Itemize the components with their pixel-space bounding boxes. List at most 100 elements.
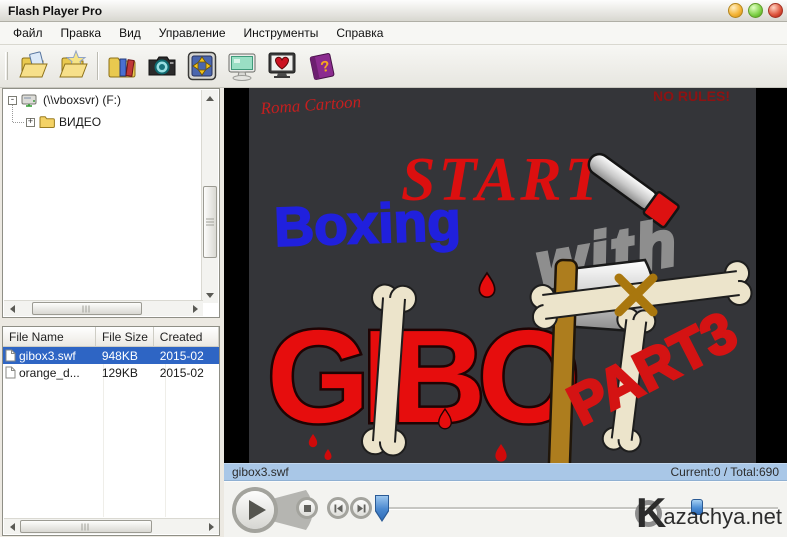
toolbar-grip[interactable]	[5, 52, 8, 80]
capture-button[interactable]	[142, 47, 182, 85]
wallpaper-button[interactable]	[262, 47, 302, 85]
menu-item-view[interactable]: Вид	[110, 23, 150, 43]
arrow-right-icon	[209, 523, 214, 531]
scroll-right-button[interactable]	[203, 519, 219, 535]
tree-item-label: ВИДЕО	[59, 115, 101, 129]
no-rules-text: NO RULES!	[653, 88, 730, 104]
library-folder-icon	[106, 50, 138, 82]
flash-stage: Roma Cartoon NO RULES! START Boxing with…	[224, 88, 787, 463]
column-header-file-size[interactable]: File Size	[96, 327, 154, 346]
window-controls	[728, 3, 783, 18]
file-row-gibox3[interactable]: gibox3.swf 948KB 2015-02	[3, 347, 219, 364]
folder-icon	[39, 115, 55, 129]
file-list-horizontal-scrollbar[interactable]	[4, 518, 219, 534]
file-size-cell: 948KB	[96, 349, 154, 363]
player-status-bar: gibox3.swf Current:0 / Total:690	[224, 463, 787, 481]
file-size-cell: 129KB	[96, 366, 154, 380]
scroll-right-button[interactable]	[187, 301, 203, 317]
tree-item-network-drive[interactable]: - (\\vboxsvr) (F:)	[3, 89, 219, 111]
movie-artwork: Roma Cartoon NO RULES! START Boxing with…	[249, 88, 756, 463]
scrollbar-thumb[interactable]	[203, 186, 217, 258]
scrollbar-thumb[interactable]	[32, 302, 142, 315]
seek-handle-fill	[376, 496, 388, 520]
file-created-cell: 2015-02	[154, 366, 219, 380]
file-row-orange[interactable]: orange_d... 129KB 2015-02	[3, 364, 219, 381]
column-header-created[interactable]: Created	[154, 327, 219, 346]
window-title: Flash Player Pro	[8, 4, 102, 18]
expand-toggle[interactable]: +	[26, 118, 35, 127]
frame-counter-label: Current:0 / Total:690	[670, 465, 779, 479]
favorites-folder-icon	[58, 50, 90, 82]
help-book-icon: ?	[306, 50, 338, 82]
tree-horizontal-scrollbar[interactable]	[4, 300, 203, 316]
open-file-button[interactable]	[14, 47, 54, 85]
heart-monitor-icon	[266, 50, 298, 82]
file-name: orange_d...	[19, 366, 80, 380]
seek-handle-body	[375, 495, 389, 522]
maximize-button[interactable]	[748, 3, 763, 18]
previous-button[interactable]	[327, 497, 349, 519]
fullscreen-icon	[186, 50, 218, 82]
seek-track[interactable]	[377, 507, 660, 510]
app-window: Flash Player Pro Файл Правка Вид Управле…	[0, 0, 787, 537]
menu-item-control[interactable]: Управление	[150, 23, 235, 43]
next-icon	[356, 503, 367, 514]
open-file-icon	[18, 50, 50, 82]
document-icon	[5, 366, 16, 379]
file-name-cell: gibox3.swf	[3, 349, 96, 363]
tree-item-label: (\\vboxsvr) (F:)	[43, 93, 121, 107]
file-name: gibox3.swf	[19, 349, 76, 363]
toolbar: ?	[0, 45, 787, 88]
menu-item-help[interactable]: Справка	[327, 23, 392, 43]
scroll-left-button[interactable]	[4, 519, 20, 535]
close-button[interactable]	[768, 3, 783, 18]
title-bar[interactable]: Flash Player Pro	[0, 0, 787, 22]
watermark-initial: K	[636, 496, 666, 530]
stop-button[interactable]	[296, 497, 318, 519]
stop-icon	[304, 505, 311, 512]
menu-bar: Файл Правка Вид Управление Инструменты С…	[0, 22, 787, 45]
boxing-text: Boxing	[273, 190, 461, 258]
minimize-button[interactable]	[728, 3, 743, 18]
file-created-cell: 2015-02	[154, 349, 219, 363]
column-header-file-name[interactable]: File Name	[3, 327, 96, 346]
gibo-title-text: GIBO	[267, 303, 576, 450]
toolbar-separator	[97, 52, 99, 80]
collapse-toggle[interactable]: -	[8, 96, 17, 105]
seek-handle[interactable]	[375, 495, 389, 522]
menu-item-tools[interactable]: Инструменты	[235, 23, 328, 43]
document-icon	[5, 349, 16, 362]
scroll-down-button[interactable]	[202, 287, 218, 303]
help-button[interactable]: ?	[302, 47, 342, 85]
menu-item-file[interactable]: Файл	[4, 23, 52, 43]
main-panel: Roma Cartoon NO RULES! START Boxing with…	[224, 88, 787, 537]
arrow-left-icon	[10, 523, 15, 531]
flash-movie[interactable]: Roma Cartoon NO RULES! START Boxing with…	[249, 88, 756, 463]
previous-icon	[333, 503, 344, 514]
scrollbar-thumb[interactable]	[20, 520, 152, 533]
network-drive-icon	[21, 92, 39, 108]
desktop-button[interactable]	[222, 47, 262, 85]
file-list: File Name File Size Created gibox3.swf 9…	[2, 326, 220, 536]
arrow-left-icon	[10, 305, 15, 313]
watermark-text: azachya.net	[663, 504, 782, 530]
fullscreen-button[interactable]	[182, 47, 222, 85]
left-panel: - (\\vboxsvr) (F:) + ВИДЕО	[0, 88, 222, 537]
folder-tree: - (\\vboxsvr) (F:) + ВИДЕО	[2, 88, 220, 318]
arrow-down-icon	[206, 293, 214, 298]
file-name-cell: orange_d...	[3, 366, 96, 380]
open-favorites-button[interactable]	[54, 47, 94, 85]
file-list-header: File Name File Size Created	[3, 327, 219, 347]
credit-text: Roma Cartoon	[259, 92, 362, 118]
tree-item-video-folder[interactable]: + ВИДЕО	[3, 111, 219, 133]
scroll-left-button[interactable]	[4, 301, 20, 317]
arrow-right-icon	[193, 305, 198, 313]
desktop-monitor-icon	[226, 50, 258, 82]
camera-icon	[146, 50, 178, 82]
current-file-label: gibox3.swf	[232, 465, 289, 479]
menu-item-edit[interactable]: Правка	[52, 23, 111, 43]
site-watermark: K azachya.net	[635, 496, 782, 530]
player-controls: K azachya.net	[224, 481, 787, 537]
next-button[interactable]	[350, 497, 372, 519]
library-button[interactable]	[102, 47, 142, 85]
